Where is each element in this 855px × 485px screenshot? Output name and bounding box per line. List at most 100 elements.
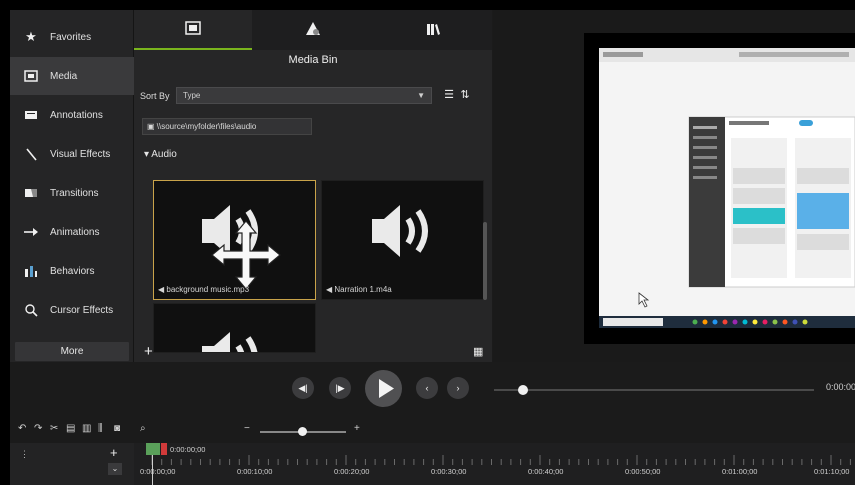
step-back-icon: ◀|: [298, 383, 308, 393]
clip-caption: ◀ background music.mp3: [158, 285, 249, 294]
playhead-out-marker[interactable]: [161, 443, 167, 455]
sidebar-item-label: Media: [50, 70, 78, 82]
library-shapes-icon: [304, 21, 322, 40]
sidebar-item-behaviors[interactable]: Behaviors: [10, 252, 134, 290]
sidebar-item-label: Behaviors: [50, 265, 95, 277]
play-button[interactable]: [365, 370, 402, 407]
ruler-tick-label: 0:00:00;00: [140, 467, 176, 476]
clip-name: background music.mp3: [166, 285, 250, 294]
track-grip-icon[interactable]: ⋮: [20, 449, 29, 460]
sidebar-item-annotations[interactable]: Annotations: [10, 96, 134, 134]
sidebar-item-label: Cursor Effects: [50, 304, 114, 316]
transition-icon: [22, 185, 40, 201]
sidebar-item-label: Visual Effects: [50, 148, 111, 160]
previous-marker-button[interactable]: ‹: [416, 377, 438, 399]
sort-by-value: Type: [183, 91, 201, 100]
sort-by-label: Sort By: [140, 91, 170, 101]
sidebar-item-animations[interactable]: Animations: [10, 213, 134, 251]
behavior-icon: [22, 263, 40, 279]
zoom-icon[interactable]: ⌕: [140, 423, 146, 434]
timeline-ruler: ⋮ + ⌄ 0:00:00;00 0:00:00;00 0:00:10;00 0…: [10, 443, 855, 485]
camtasia-editor: ★ Favorites Media Annotations Visual Eff…: [10, 10, 855, 485]
canvas-area: [493, 10, 855, 362]
media-icon: [185, 20, 201, 38]
speaker-icon: [202, 332, 258, 352]
clip-caption: ◀ Narration 1.m4a: [326, 285, 392, 294]
ruler-tick-label: 0:01:10;00: [814, 467, 850, 476]
ruler-tick-marks: [151, 455, 851, 465]
scrub-handle[interactable]: [518, 385, 528, 395]
playhead-handle[interactable]: [146, 443, 160, 455]
tab-stock-assets[interactable]: [374, 10, 492, 50]
sidebar-item-visual-effects[interactable]: Visual Effects: [10, 135, 134, 173]
previous-frame-button[interactable]: ◀|: [292, 377, 314, 399]
ruler-ticks[interactable]: 0:00:00;00 0:00:00;00 0:00:10;00 0:00:20…: [134, 443, 855, 485]
tab-library[interactable]: [254, 10, 372, 50]
cursor-icon: [22, 302, 40, 318]
copy-icon[interactable]: ▤: [66, 423, 75, 434]
folder-path-text: \\source\myfolder\files\audio: [156, 122, 257, 131]
track-header: ⋮ + ⌄: [10, 443, 134, 485]
chevron-left-icon: ‹: [425, 383, 429, 393]
bin-scrollbar[interactable]: [483, 222, 487, 300]
sidebar-item-transitions[interactable]: Transitions: [10, 174, 134, 212]
chevron-down-icon: ▼: [417, 91, 425, 100]
more-button[interactable]: More: [15, 342, 129, 361]
zoom-out-icon[interactable]: −: [244, 423, 250, 434]
ruler-tick-label: 0:00:50;00: [625, 467, 661, 476]
sort-order-icon: ⇅: [460, 89, 470, 101]
ruler-tick-label: 0:00:40;00: [528, 467, 564, 476]
next-marker-button[interactable]: ›: [447, 377, 469, 399]
list-view-icon: ☰: [444, 89, 454, 101]
screen-recording-thumbnail: [599, 48, 855, 328]
add-track-icon[interactable]: +: [110, 445, 118, 460]
media-bin-panel: Media Bin Sort By Type ▼ ☰ ⇅ ▣ \\source\…: [134, 10, 492, 362]
tab-media-bin[interactable]: [134, 10, 252, 50]
camera-icon[interactable]: ◙: [114, 423, 120, 434]
add-media-button[interactable]: +: [144, 344, 153, 359]
folder-icon: ▣: [147, 122, 157, 131]
next-frame-button[interactable]: |▶: [329, 377, 351, 399]
redo-icon[interactable]: ↷: [34, 423, 42, 434]
sidebar-item-favorites[interactable]: ★ Favorites: [10, 18, 134, 56]
media-clip-background-music[interactable]: ◀ background music.mp3: [153, 180, 316, 300]
chevron-right-icon: ›: [456, 383, 460, 393]
zoom-slider-handle[interactable]: [298, 427, 307, 436]
star-icon: ★: [25, 29, 37, 44]
move-cursor-icon: [211, 220, 281, 290]
sidebar-item-label: Animations: [50, 226, 100, 238]
playhead-time: 0:00:00;00: [170, 445, 206, 454]
speaker-icon: [372, 205, 428, 257]
sidebar-item-media[interactable]: Media: [10, 57, 134, 95]
play-icon: [379, 379, 394, 398]
magic-wand-icon: [22, 146, 40, 162]
sort-order-button[interactable]: ⇅: [458, 88, 472, 102]
zoom-in-icon[interactable]: +: [354, 423, 360, 434]
cut-icon[interactable]: ✂: [50, 423, 58, 434]
undo-icon[interactable]: ↶: [18, 423, 26, 434]
media-clip-third[interactable]: [153, 303, 316, 353]
folder-path-chip[interactable]: ▣ \\source\myfolder\files\audio: [142, 118, 312, 135]
audio-group-header[interactable]: ▾ Audio: [144, 149, 177, 160]
scrub-track[interactable]: [494, 389, 814, 391]
animation-arrow-icon: [22, 224, 40, 240]
bin-title: Media Bin: [288, 54, 338, 66]
details-view-button[interactable]: ☰: [442, 88, 456, 102]
split-icon[interactable]: ⫼: [98, 423, 103, 434]
chevron-down-icon[interactable]: ⌄: [108, 463, 122, 475]
recording-preview: [599, 48, 855, 328]
paste-icon[interactable]: ▥: [82, 423, 91, 434]
audio-group-label: Audio: [151, 149, 177, 160]
media-clip-narration[interactable]: ◀ Narration 1.m4a: [321, 180, 484, 300]
ruler-tick-label: 0:00:20;00: [334, 467, 370, 476]
media-icon: [22, 68, 40, 84]
bin-tabs: [134, 10, 492, 50]
sidebar-item-cursor-effects[interactable]: Cursor Effects: [10, 291, 134, 329]
clip-name: Narration 1.m4a: [334, 285, 392, 294]
sort-by-select[interactable]: Type ▼: [176, 87, 432, 104]
canvas-frame[interactable]: [584, 33, 855, 344]
step-forward-icon: |▶: [335, 383, 345, 393]
playback-controls: ◀| |▶ ‹ › 0:00:00:00/0:01:13;08: [10, 362, 855, 417]
annotation-icon: [22, 107, 40, 123]
thumbnail-view-button[interactable]: ▦: [473, 346, 487, 358]
